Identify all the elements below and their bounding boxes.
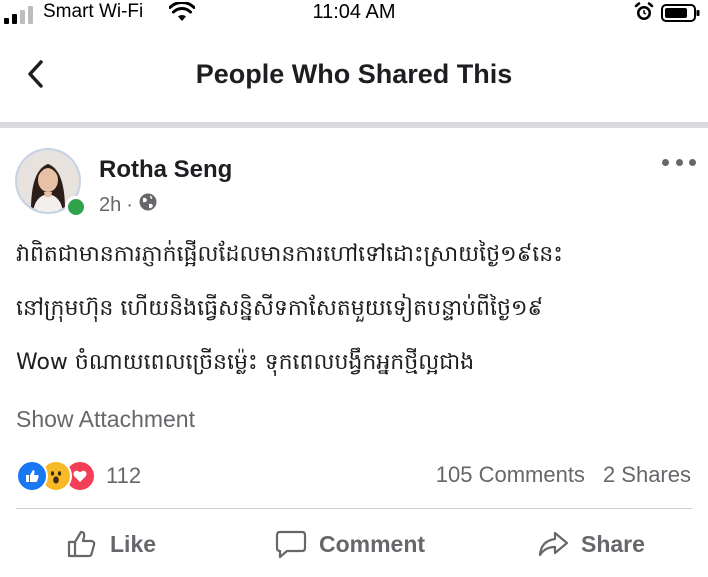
post-text-line: វាពិតជាមានការភ្ញាក់ផ្អើលដែលមានការហៅទៅដោះ…: [16, 242, 563, 267]
share-button[interactable]: Share: [537, 518, 645, 570]
like-reaction-icon: [16, 460, 48, 492]
more-dots-icon: [662, 158, 669, 166]
meta-separator: ·: [126, 193, 133, 216]
reactions-summary[interactable]: 112: [16, 460, 141, 492]
comment-bubble-icon: [275, 530, 307, 559]
navigation-bar: People Who Shared This: [0, 28, 708, 124]
action-bar: Like Comment Share: [0, 518, 708, 570]
like-label: Like: [110, 530, 157, 557]
more-dots-icon-dot: [689, 158, 696, 166]
author-name[interactable]: Rotha Seng: [99, 156, 232, 184]
more-options-button[interactable]: [662, 150, 696, 174]
thumbs-up-icon: [67, 530, 96, 558]
show-attachment-link[interactable]: Show Attachment: [16, 406, 195, 433]
comment-button[interactable]: Comment: [275, 518, 425, 570]
page-title: People Who Shared This: [195, 59, 513, 89]
action-divider: [16, 508, 692, 509]
post-time[interactable]: 2h: [99, 194, 121, 217]
reaction-count: 112: [106, 463, 142, 488]
battery-icon: [661, 4, 701, 27]
comment-label: Comment: [319, 530, 426, 557]
status-bar: Smart Wi-Fi 11:04 AM: [0, 0, 708, 28]
post-text-line: Wow ចំណាយពេលច្រើនម្ល៉េះ ទុកពេលបង្វឹកអ្នក…: [16, 350, 475, 375]
online-status-indicator: [65, 196, 87, 218]
status-time: 11:04 AM: [312, 1, 396, 23]
shared-post: Rotha Seng 2h · វាពិតជាមានការភ្ញាក់ផ្អើល…: [0, 128, 708, 577]
avatar[interactable]: [15, 148, 87, 218]
globe-icon: [138, 192, 158, 218]
more-dots-icon-dot: [675, 158, 683, 166]
share-label: Share: [581, 530, 645, 557]
share-arrow-icon: [538, 531, 569, 557]
engagement-counts: 105 Comments 2 Shares: [436, 462, 691, 488]
like-button[interactable]: Like: [66, 518, 156, 570]
post-text-line: នៅក្រុមហ៊ុន ហើយនិងធ្វើសន្និសីទកាសែតមួយទៀ…: [16, 296, 544, 321]
post-meta: 2h ·: [99, 192, 158, 218]
comments-count[interactable]: 105 Comments: [436, 462, 585, 488]
shares-count[interactable]: 2 Shares: [603, 462, 691, 488]
alarm-clock-icon: [634, 2, 654, 27]
post-text: វាពិតជាមានការភ្ញាក់ផ្អើលដែលមានការហៅទៅដោះ…: [16, 228, 696, 390]
